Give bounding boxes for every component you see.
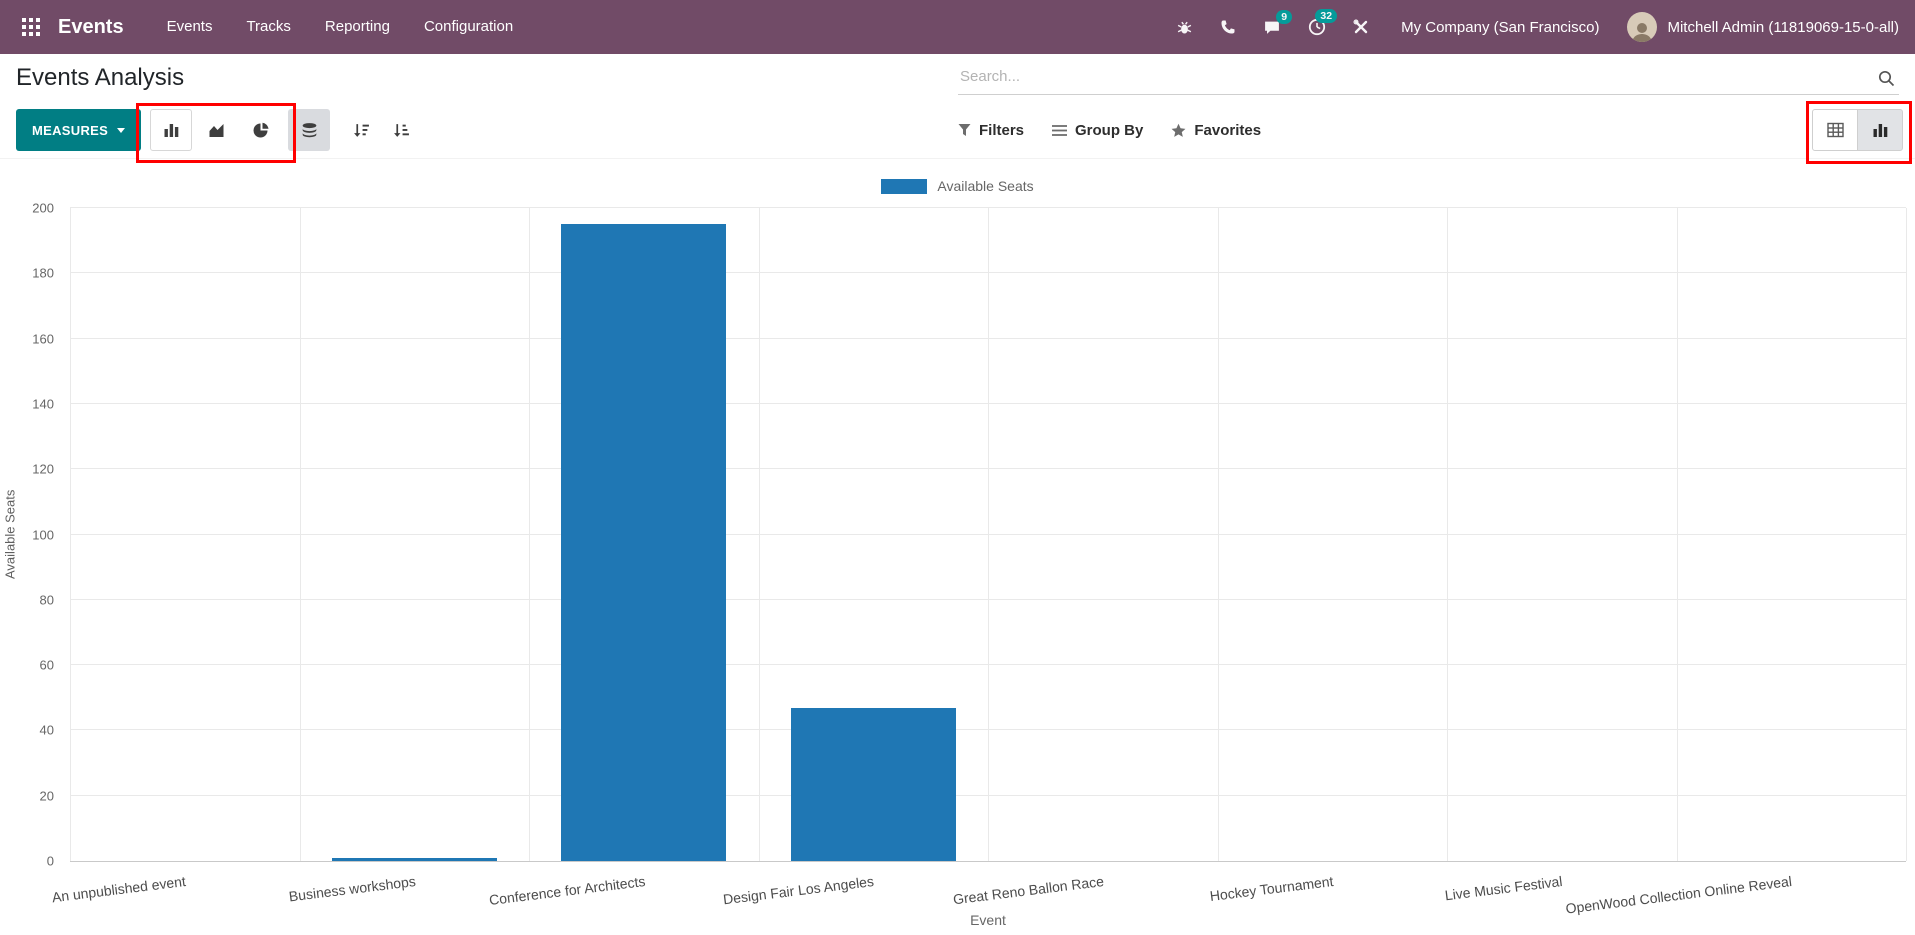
top-navbar: Events Events Tracks Reporting Configura…	[0, 0, 1915, 54]
favorites-star-icon	[1171, 123, 1186, 138]
y-axis-tick-label: 200	[32, 201, 54, 216]
bug-icon	[1176, 19, 1193, 36]
filter-icon	[958, 123, 971, 137]
pie-chart-button[interactable]	[240, 109, 282, 151]
group-by-button[interactable]: Group By	[1052, 122, 1143, 139]
filters-label: Filters	[979, 122, 1024, 139]
y-axis-tick-label: 180	[32, 266, 54, 281]
bar	[561, 224, 726, 861]
v-gridline	[529, 208, 530, 861]
line-chart-button[interactable]	[195, 109, 237, 151]
v-gridline	[1218, 208, 1219, 861]
plot-area	[70, 208, 1906, 862]
control-panel-buttons: MEASURES	[0, 104, 1915, 159]
sort-ascending-button[interactable]	[380, 109, 422, 151]
bar-chart-icon	[163, 122, 180, 138]
menu-events[interactable]: Events	[150, 0, 230, 54]
menu-reporting[interactable]: Reporting	[308, 0, 407, 54]
v-gridline	[1447, 208, 1448, 861]
company-switcher[interactable]: My Company (San Francisco)	[1401, 19, 1599, 36]
v-gridline	[70, 208, 71, 861]
caret-down-icon	[117, 128, 125, 133]
control-panel-top: Events Analysis	[0, 54, 1915, 104]
x-axis-tick-label: Great Reno Ballon Race	[952, 873, 1105, 907]
y-axis-tick-label: 0	[47, 854, 54, 869]
x-axis-tick-label: Hockey Tournament	[1209, 873, 1334, 904]
pivot-view-button[interactable]	[1812, 109, 1858, 151]
v-gridline	[1906, 208, 1907, 861]
sort-descending-button[interactable]	[340, 109, 382, 151]
sort-descending-icon	[353, 122, 370, 139]
y-axis: 020406080100120140160180200	[0, 208, 62, 861]
area-chart-icon	[208, 122, 225, 138]
legend-swatch	[881, 179, 927, 194]
phone-icon	[1220, 19, 1236, 35]
graph-view-icon	[1872, 122, 1889, 138]
tools-icon	[1353, 19, 1369, 35]
search-facets: Filters Group By Favorites	[958, 109, 1261, 151]
favorites-label: Favorites	[1194, 122, 1261, 139]
odoo-events-screen: Events Events Tracks Reporting Configura…	[0, 0, 1915, 935]
person-icon	[1630, 20, 1654, 42]
debug-menu-button[interactable]	[1176, 19, 1193, 36]
legend-label: Available Seats	[937, 178, 1033, 194]
y-axis-tick-label: 80	[40, 592, 54, 607]
menu-configuration[interactable]: Configuration	[407, 0, 530, 54]
chart-legend[interactable]: Available Seats	[0, 178, 1915, 194]
messages-button[interactable]: 9	[1263, 19, 1281, 36]
search-input[interactable]	[958, 62, 1867, 85]
navbar-systray: 9 32 My Company (San Francisco)	[1149, 12, 1899, 42]
y-axis-tick-label: 160	[32, 331, 54, 346]
group-by-label: Group By	[1075, 122, 1143, 139]
v-gridline	[300, 208, 301, 861]
user-avatar[interactable]	[1627, 12, 1657, 42]
v-gridline	[1677, 208, 1678, 861]
pie-chart-icon	[253, 122, 270, 139]
group-by-icon	[1052, 124, 1067, 137]
v-gridline	[759, 208, 760, 861]
apps-grid-icon	[22, 18, 40, 36]
page-title: Events Analysis	[16, 64, 184, 92]
menu-tracks[interactable]: Tracks	[229, 0, 307, 54]
filters-button[interactable]: Filters	[958, 122, 1024, 139]
view-switcher	[1812, 109, 1903, 151]
tools-button[interactable]	[1353, 19, 1369, 35]
x-axis: An unpublished eventBusiness workshopsCo…	[70, 861, 1906, 913]
pivot-view-icon	[1827, 122, 1844, 138]
bar	[791, 708, 956, 861]
sort-ascending-icon	[393, 122, 410, 139]
y-axis-tick-label: 100	[32, 527, 54, 542]
favorites-button[interactable]: Favorites	[1171, 122, 1261, 139]
user-menu[interactable]: Mitchell Admin (11819069-15-0-all)	[1667, 19, 1899, 36]
graph-view-button[interactable]	[1857, 109, 1903, 151]
activities-button[interactable]: 32	[1308, 18, 1326, 36]
stacked-toggle-button[interactable]	[288, 109, 330, 151]
x-axis-title: Event	[70, 912, 1906, 928]
bar-chart-button[interactable]	[150, 109, 192, 151]
phone-button[interactable]	[1220, 19, 1236, 35]
messages-badge: 9	[1276, 10, 1292, 24]
x-axis-tick-label: OpenWood Collection Online Reveal	[1565, 873, 1793, 917]
search-bar	[958, 62, 1899, 95]
activities-badge: 32	[1315, 9, 1337, 23]
x-axis-tick-label: Business workshops	[288, 873, 417, 904]
app-menus: Events Tracks Reporting Configuration	[150, 0, 531, 54]
x-axis-tick-label: An unpublished event	[51, 873, 187, 905]
search-icon[interactable]	[1878, 70, 1895, 92]
measures-button[interactable]: MEASURES	[16, 109, 141, 151]
y-axis-tick-label: 40	[40, 723, 54, 738]
apps-menu-button[interactable]	[16, 12, 46, 42]
x-axis-tick-label: Live Music Festival	[1444, 873, 1563, 903]
v-gridline	[988, 208, 989, 861]
y-axis-tick-label: 140	[32, 396, 54, 411]
x-axis-tick-label: Design Fair Los Angeles	[723, 873, 876, 907]
stacked-icon	[301, 122, 318, 139]
y-axis-tick-label: 120	[32, 462, 54, 477]
y-axis-tick-label: 20	[40, 788, 54, 803]
measures-label: MEASURES	[32, 123, 108, 138]
chart-type-group	[150, 109, 282, 151]
x-axis-tick-label: Conference for Architects	[488, 873, 646, 908]
y-axis-tick-label: 60	[40, 658, 54, 673]
app-name[interactable]: Events	[58, 16, 124, 39]
